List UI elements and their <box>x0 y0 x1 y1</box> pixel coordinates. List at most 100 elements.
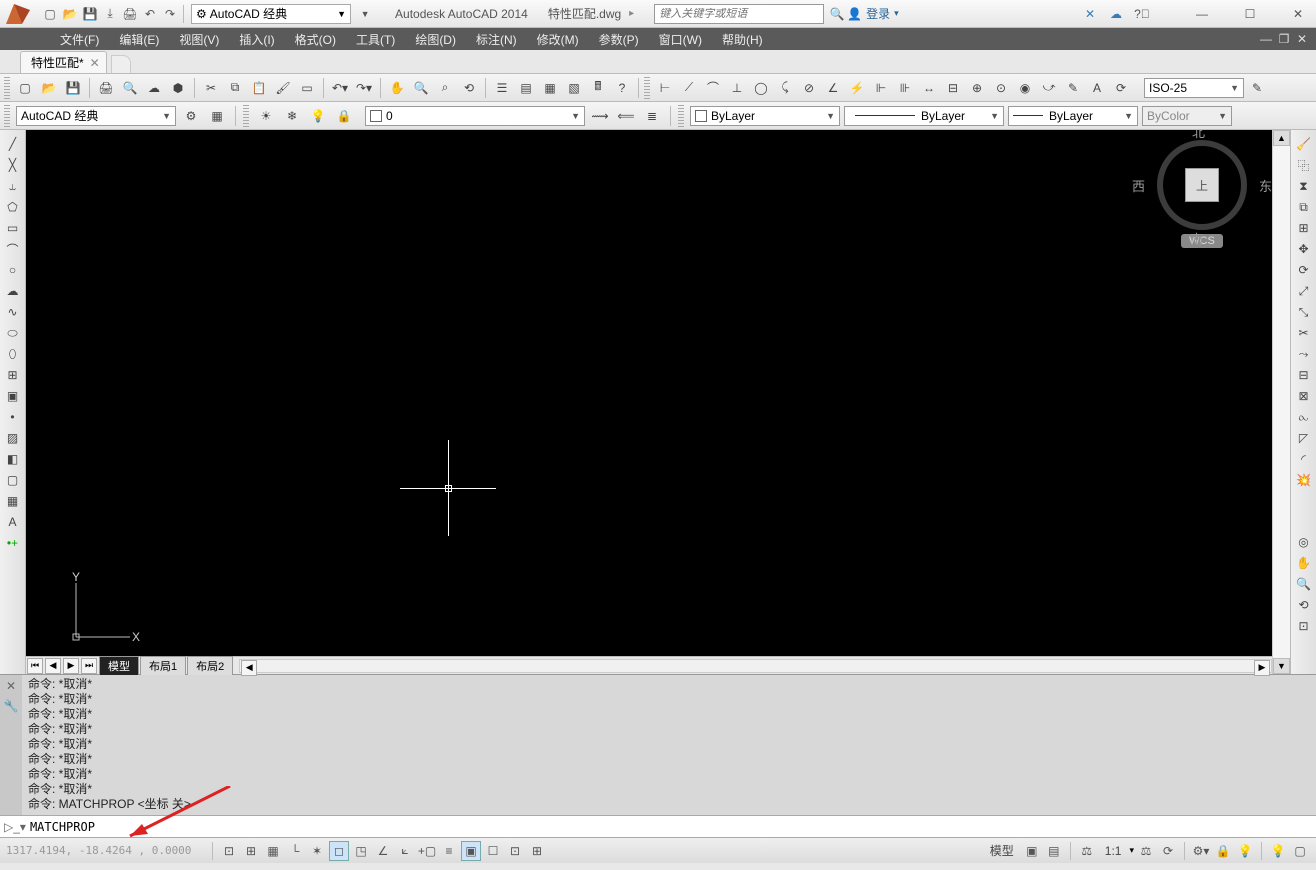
mtext-icon[interactable]: A <box>3 512 23 532</box>
dim-aligned-icon[interactable]: ⟋ <box>678 77 700 99</box>
command-history[interactable]: 命令: *取消*命令: *取消*命令: *取消*命令: *取消*命令: *取消*… <box>22 675 1316 815</box>
viewcube[interactable]: 北 西 东 上 南 WCS <box>1152 140 1252 270</box>
layer-make-icon[interactable]: ⟿ <box>589 105 611 127</box>
vscroll[interactable]: ▲ ▼ <box>1272 130 1290 674</box>
layer-lock-icon[interactable]: 🔒 <box>333 105 355 127</box>
layout-last-icon[interactable]: ⏭ <box>81 658 97 674</box>
layout-tab-model[interactable]: 模型 <box>99 656 139 675</box>
tb-copy-icon[interactable]: ⧉ <box>224 77 246 99</box>
toolbar-grip[interactable] <box>4 77 10 99</box>
vscroll-up-icon[interactable]: ▲ <box>1273 130 1290 146</box>
point-icon[interactable]: • <box>3 407 23 427</box>
sb-quickview2-icon[interactable]: ▤ <box>1044 841 1064 861</box>
layer-grip[interactable] <box>243 105 249 127</box>
tb-new-icon[interactable]: ▢ <box>14 77 36 99</box>
workspace-combo[interactable]: AutoCAD 经典 ▼ <box>16 106 176 126</box>
mdi-restore[interactable]: ❐ <box>1276 32 1292 46</box>
command-input[interactable] <box>30 820 1312 834</box>
tb-pan-icon[interactable]: ✋ <box>386 77 408 99</box>
extend-icon[interactable]: ⤳ <box>1294 344 1314 364</box>
dim-break-icon[interactable]: ⊟ <box>942 77 964 99</box>
polygon-icon[interactable]: ⬠ <box>3 197 23 217</box>
mdi-close[interactable]: ✕ <box>1294 32 1310 46</box>
menu-draw[interactable]: 绘图(D) <box>405 31 466 48</box>
dim-jogged-icon[interactable]: ⤹ <box>774 77 796 99</box>
dim-style-combo[interactable]: ISO-25 ▼ <box>1144 78 1244 98</box>
layout-tab-1[interactable]: 布局1 <box>140 656 186 675</box>
xline-icon[interactable]: ╳ <box>3 155 23 175</box>
dim-radius-icon[interactable]: ◯ <box>750 77 772 99</box>
dim-styledlg-icon[interactable]: ✎ <box>1246 77 1268 99</box>
copyobj-icon[interactable]: ⿻ <box>1294 155 1314 175</box>
tb-matchprop-icon[interactable]: 🖌 <box>272 77 294 99</box>
qat-print-icon[interactable]: 🖨 <box>121 5 139 23</box>
layer-combo[interactable]: 0 ▼ <box>365 106 585 126</box>
sb-3dosnap-icon[interactable]: ◳ <box>351 841 371 861</box>
layer-prev-icon[interactable]: ⟸ <box>615 105 637 127</box>
dim-space-icon[interactable]: ↔ <box>918 77 940 99</box>
sb-lwt-icon[interactable]: ≡ <box>439 841 459 861</box>
lineweight-combo[interactable]: ByLayer ▼ <box>1008 106 1138 126</box>
ws-grip[interactable] <box>4 105 10 127</box>
menu-dimension[interactable]: 标注(N) <box>466 31 527 48</box>
tb-sheetset-icon[interactable]: ▤ <box>515 77 537 99</box>
navbar-pan-icon[interactable]: ✋ <box>1294 553 1314 573</box>
circle-icon[interactable]: ○ <box>3 260 23 280</box>
layout-next-icon[interactable]: ▶ <box>63 658 79 674</box>
trim-icon[interactable]: ✂ <box>1294 323 1314 343</box>
offset-icon[interactable]: ⧉ <box>1294 197 1314 217</box>
mirror-icon[interactable]: ⧗ <box>1294 176 1314 196</box>
tb-zoomwin-icon[interactable]: ⌕ <box>434 77 456 99</box>
rectangle-icon[interactable]: ▭ <box>3 218 23 238</box>
gradient-icon[interactable]: ◧ <box>3 449 23 469</box>
menu-parametric[interactable]: 参数(P) <box>589 31 649 48</box>
revcloud-icon[interactable]: ☁ <box>3 281 23 301</box>
close-button[interactable]: ✕ <box>1284 4 1312 24</box>
menu-view[interactable]: 视图(V) <box>169 31 229 48</box>
qat-save-icon[interactable]: 💾 <box>81 5 99 23</box>
dim-ordinate-icon[interactable]: ⊥ <box>726 77 748 99</box>
erase-icon[interactable]: 🧹 <box>1294 134 1314 154</box>
sb-scale[interactable]: 1:1 <box>1099 841 1128 861</box>
navbar-zoom-icon[interactable]: 🔍 <box>1294 574 1314 594</box>
dim-toolbar-grip[interactable] <box>644 77 650 99</box>
sb-otrack-icon[interactable]: ∠ <box>373 841 393 861</box>
search-icon[interactable]: 🔍 <box>828 5 846 23</box>
pline-icon[interactable]: ⥿ <box>3 176 23 196</box>
sb-ducs-icon[interactable]: ⟀ <box>395 841 415 861</box>
sb-toolbar-lock-icon[interactable]: 🔒 <box>1213 841 1233 861</box>
drawing-canvas[interactable]: Y X 北 西 东 上 南 WCS <box>26 130 1272 656</box>
tb-publish-icon[interactable]: ☁ <box>143 77 165 99</box>
maximize-button[interactable]: ☐ <box>1236 4 1264 24</box>
qat-new-icon[interactable]: ▢ <box>41 5 59 23</box>
hatch-icon[interactable]: ▨ <box>3 428 23 448</box>
dim-center-icon[interactable]: ⊙ <box>990 77 1012 99</box>
hscroll-left-icon[interactable]: ◀ <box>241 660 257 676</box>
sb-snap-icon[interactable]: ⊞ <box>241 841 261 861</box>
line-icon[interactable]: ╱ <box>3 134 23 154</box>
menu-modify[interactable]: 修改(M) <box>527 31 589 48</box>
dim-update-icon[interactable]: ⟳ <box>1110 77 1132 99</box>
insert-icon[interactable]: ⊞ <box>3 365 23 385</box>
app-logo[interactable] <box>4 2 36 26</box>
tb-toolpal-icon[interactable]: ▧ <box>563 77 585 99</box>
dim-baseline-icon[interactable]: ⊩ <box>870 77 892 99</box>
sb-dyn-icon[interactable]: +▢ <box>417 841 437 861</box>
layer-props-icon[interactable]: ☀ <box>255 105 277 127</box>
cmd-close-icon[interactable]: ✕ <box>6 679 16 693</box>
tb-calc-icon[interactable]: 🖩 <box>587 77 609 99</box>
dim-tolerance-icon[interactable]: ⊕ <box>966 77 988 99</box>
viewcube-top[interactable]: 上 <box>1185 168 1219 202</box>
makeblock-icon[interactable]: ▣ <box>3 386 23 406</box>
dim-quick-icon[interactable]: ⚡ <box>846 77 868 99</box>
move-icon[interactable]: ✥ <box>1294 239 1314 259</box>
menu-tools[interactable]: 工具(T) <box>346 31 405 48</box>
layout-tab-2[interactable]: 布局2 <box>187 656 233 675</box>
navbar-wheel-icon[interactable]: ◎ <box>1294 532 1314 552</box>
tb-zoomprev-icon[interactable]: ⟲ <box>458 77 480 99</box>
linetype-combo[interactable]: ByLayer ▼ <box>844 106 1004 126</box>
dim-linear-icon[interactable]: ⊢ <box>654 77 676 99</box>
tb-block-icon[interactable]: ▭ <box>296 77 318 99</box>
layout-first-icon[interactable]: ⏮ <box>27 658 43 674</box>
prop-grip[interactable] <box>678 105 684 127</box>
